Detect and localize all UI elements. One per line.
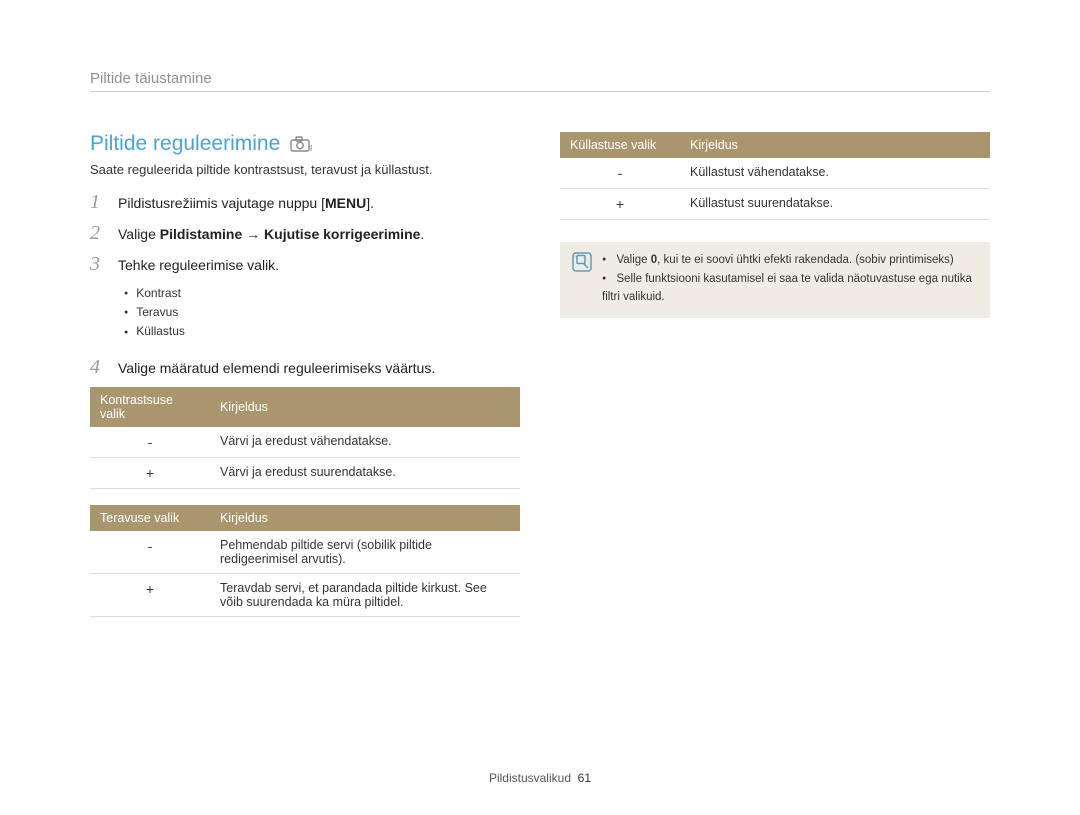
note-box: Valige 0, kui te ei soovi ühtki efekti r…: [560, 242, 990, 318]
step-text: Valige Pildistamine → Kujutise korrigeer…: [118, 224, 424, 245]
step-text-bold: MENU: [325, 195, 366, 211]
step-text-fragment: .: [420, 226, 424, 242]
table-desc: Pehmendab piltide servi (sobilik piltide…: [210, 531, 520, 574]
table-row: - Pehmendab piltide servi (sobilik pilti…: [90, 531, 520, 574]
table-row: - Küllastust vähendatakse.: [560, 158, 990, 189]
step-text: Valige määratud elemendi reguleerimiseks…: [118, 358, 435, 379]
step-number: 2: [90, 222, 106, 245]
note-fragment: Selle funktsiooni kasutamisel ei saa te …: [602, 273, 972, 302]
left-column: Piltide reguleerimine P Saate reguleerid…: [90, 132, 520, 633]
manual-page: Piltide täiustamine Piltide reguleerimin…: [0, 0, 1080, 673]
step-4: 4 Valige määratud elemendi reguleerimise…: [90, 356, 520, 379]
note-fragment: Valige: [616, 254, 650, 266]
table-header: Kontrastsuse valik: [90, 387, 210, 427]
step-text: Tehke reguleerimise valik.: [118, 255, 279, 276]
right-column: Küllastuse valik Kirjeldus - Küllastust …: [560, 132, 990, 633]
step-3: 3 Tehke reguleerimise valik.: [90, 253, 520, 276]
bullet-item: Küllastus: [124, 322, 520, 341]
table-row: + Küllastust suurendatakse.: [560, 189, 990, 220]
step-text-fragment: ].: [366, 195, 374, 211]
table-option: -: [90, 531, 210, 574]
table-header-row: Kontrastsuse valik Kirjeldus: [90, 387, 520, 427]
table-desc: Küllastust suurendatakse.: [680, 189, 990, 220]
note-item: Selle funktsiooni kasutamisel ei saa te …: [602, 271, 978, 306]
table-row: - Värvi ja eredust vähendatakse.: [90, 427, 520, 458]
step-number: 3: [90, 253, 106, 276]
note-item: Valige 0, kui te ei soovi ühtki efekti r…: [602, 252, 978, 269]
table-header: Teravuse valik: [90, 505, 210, 531]
option-bullets: Kontrast Teravus Küllastus: [124, 284, 520, 342]
table-header-row: Teravuse valik Kirjeldus: [90, 505, 520, 531]
table-header-row: Küllastuse valik Kirjeldus: [560, 132, 990, 158]
bullet-item: Kontrast: [124, 284, 520, 303]
step-number: 1: [90, 191, 106, 214]
content-columns: Piltide reguleerimine P Saate reguleerid…: [90, 132, 990, 633]
table-header: Kirjeldus: [680, 132, 990, 158]
step-2: 2 Valige Pildistamine → Kujutise korrige…: [90, 222, 520, 245]
page-footer: Pildistusvalikud 61: [0, 771, 1080, 785]
table-header: Kirjeldus: [210, 387, 520, 427]
step-text-bold: Pildistamine → Kujutise korrigeerimine: [160, 226, 421, 242]
svg-text:P: P: [310, 144, 312, 152]
sharpness-table: Teravuse valik Kirjeldus - Pehmendab pil…: [90, 505, 520, 617]
footer-label: Pildistusvalikud: [489, 771, 571, 785]
table-desc: Küllastust vähendatakse.: [680, 158, 990, 189]
note-icon: [572, 252, 592, 308]
step-text: Pildistusrežiimis vajutage nuppu [MENU].: [118, 193, 374, 214]
table-desc: Värvi ja eredust vähendatakse.: [210, 427, 520, 458]
table-header: Küllastuse valik: [560, 132, 680, 158]
note-fragment: , kui te ei soovi ühtki efekti rakendada…: [657, 254, 954, 266]
table-row: + Värvi ja eredust suurendatakse.: [90, 457, 520, 488]
breadcrumb: Piltide täiustamine: [90, 70, 990, 92]
table-desc: Teravdab servi, et parandada piltide kir…: [210, 573, 520, 616]
table-header: Kirjeldus: [210, 505, 520, 531]
step-1: 1 Pildistusrežiimis vajutage nuppu [MENU…: [90, 191, 520, 214]
contrast-table: Kontrastsuse valik Kirjeldus - Värvi ja …: [90, 387, 520, 489]
camera-mode-icon: P: [290, 136, 312, 152]
table-option: -: [560, 158, 680, 189]
table-option: -: [90, 427, 210, 458]
table-row: + Teravdab servi, et parandada piltide k…: [90, 573, 520, 616]
page-number: 61: [578, 771, 591, 785]
table-option: +: [90, 457, 210, 488]
table-option: +: [560, 189, 680, 220]
note-list: Valige 0, kui te ei soovi ühtki efekti r…: [602, 252, 978, 308]
table-option: +: [90, 573, 210, 616]
section-title-text: Piltide reguleerimine: [90, 132, 280, 156]
intro-text: Saate reguleerida piltide kontrastsust, …: [90, 162, 520, 177]
section-title: Piltide reguleerimine P: [90, 132, 520, 156]
saturation-table: Küllastuse valik Kirjeldus - Küllastust …: [560, 132, 990, 220]
step-number: 4: [90, 356, 106, 379]
step-text-fragment: Pildistusrežiimis vajutage nuppu [: [118, 195, 325, 211]
step-text-fragment: Valige: [118, 226, 160, 242]
bullet-item: Teravus: [124, 303, 520, 322]
table-desc: Värvi ja eredust suurendatakse.: [210, 457, 520, 488]
